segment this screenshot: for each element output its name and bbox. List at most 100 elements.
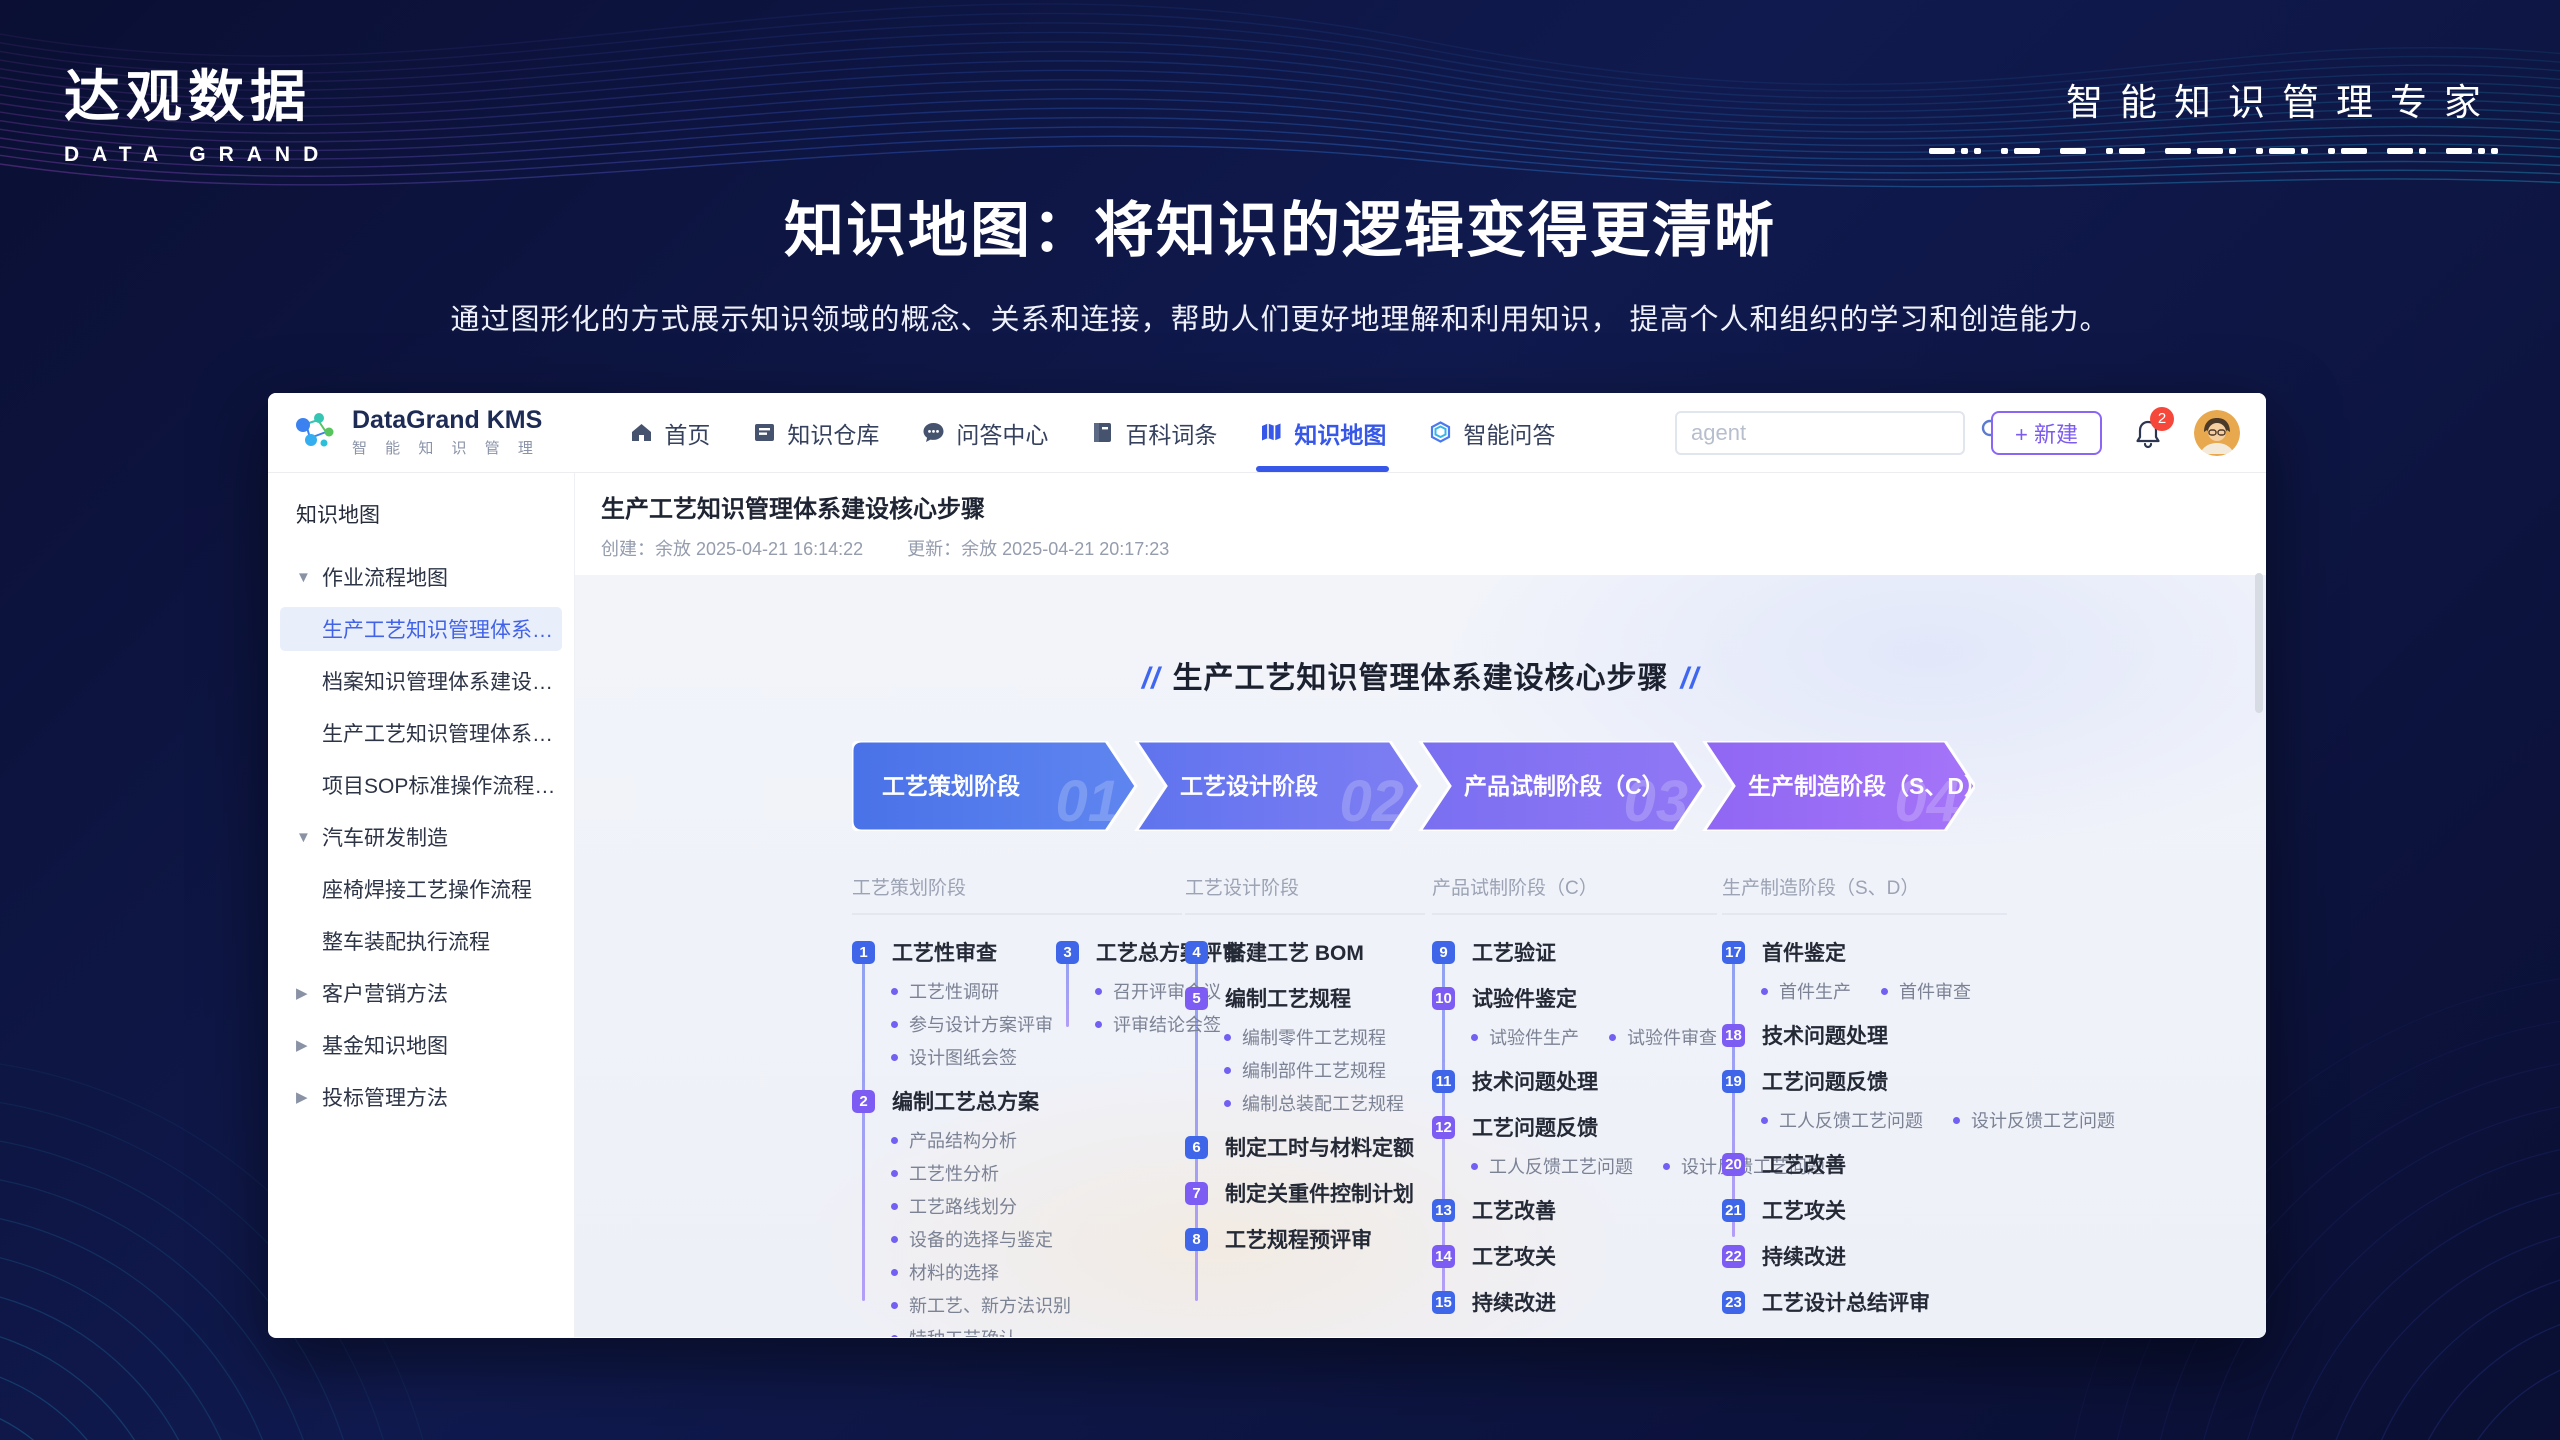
column-header: 工艺策划阶段 xyxy=(852,873,1182,915)
content-area: 生产工艺知识管理体系建设核心步骤 创建：余放 2025-04-21 16:14:… xyxy=(575,473,2266,1337)
step-item-4: 4搭建工艺 BOM xyxy=(1185,937,1425,967)
step-title: 工艺性审查 xyxy=(892,937,997,967)
step-lane: 17首件鉴定首件生产首件审查18技术问题处理19工艺问题反馈工人反馈工艺问题设计… xyxy=(1722,937,2007,1333)
step-title: 持续改进 xyxy=(1472,1287,1556,1317)
tree-item-2[interactable]: 生产工艺知识管理体系建设核心... xyxy=(280,607,562,651)
repository-icon xyxy=(752,420,777,445)
nav-item-6[interactable]: 智能问答 xyxy=(1407,393,1576,472)
step-subitem: 产品结构分析 xyxy=(891,1127,1030,1153)
stage-label: 产品试制阶段（C） xyxy=(1464,773,1665,799)
bullet-icon xyxy=(891,1054,898,1061)
app-name-sub: 智 能 知 识 管 理 xyxy=(352,437,542,458)
tree-item-8[interactable]: 整车装配执行流程 xyxy=(268,919,562,963)
bullet-icon xyxy=(1761,988,1768,995)
step-subitem: 编制零件工艺规程 xyxy=(1224,1024,1425,1050)
knowledge-map-tree: ▼作业流程地图生产工艺知识管理体系建设核心...档案知识管理体系建设核心步骤生产… xyxy=(268,555,562,1119)
step-sublist: 工艺性调研参与设计方案评审设计图纸会签 xyxy=(891,978,1030,1070)
main-nav: 首页知识仓库问答中心百科词条知识地图智能问答 xyxy=(608,393,1576,472)
caret-down-icon[interactable]: ▼ xyxy=(296,569,322,586)
caret-right-icon[interactable]: ▶ xyxy=(296,1088,322,1106)
sidebar: 知识地图 ▼作业流程地图生产工艺知识管理体系建设核心...档案知识管理体系建设核… xyxy=(268,473,575,1337)
step-item-23: 23工艺设计总结评审 xyxy=(1722,1287,2007,1317)
step-subitem: 新工艺、新方法识别 xyxy=(891,1292,1030,1318)
step-item-5: 5编制工艺规程编制零件工艺规程编制部件工艺规程编制总装配工艺规程 xyxy=(1185,983,1425,1116)
step-subitem: 首件生产 xyxy=(1761,978,1851,1004)
step-number-badge: 17 xyxy=(1722,941,1745,964)
app-logo-icon xyxy=(294,408,338,457)
step-number-badge: 20 xyxy=(1722,1153,1745,1176)
stage-column-1: 工艺策划阶段 1 工艺性审查工艺性调研参与设计方案评审设计图纸会签 2编制工艺总方案产… xyxy=(852,873,1182,1337)
column-header: 工艺设计阶段 xyxy=(1185,873,1425,915)
tree-item-3[interactable]: 档案知识管理体系建设核心步骤 xyxy=(268,659,562,703)
stage-column-2: 工艺设计阶段4搭建工艺 BOM5编制工艺规程编制零件工艺规程编制部件工艺规程编制… xyxy=(1185,873,1425,1270)
nav-item-5[interactable]: 知识地图 xyxy=(1238,393,1407,472)
step-title: 技术问题处理 xyxy=(1762,1020,1888,1050)
morse-group xyxy=(2106,148,2145,154)
step-item-13: 13工艺改善 xyxy=(1432,1195,1717,1225)
brand-tagline: 智能知识管理专家 xyxy=(1929,72,2498,126)
morse-group xyxy=(2001,148,2040,154)
user-avatar[interactable] xyxy=(2194,410,2240,456)
caret-right-icon[interactable]: ▶ xyxy=(296,984,322,1002)
step-lane: 1 工艺性审查工艺性调研参与设计方案评审设计图纸会签 2编制工艺总方案产品结构分析工… xyxy=(852,937,1030,1337)
caret-right-icon[interactable]: ▶ xyxy=(296,1036,322,1054)
step-number-badge: 1 xyxy=(852,941,875,964)
new-button[interactable]: + 新建 xyxy=(1991,411,2102,455)
step-subitem: 设备的选择与鉴定 xyxy=(891,1226,1030,1252)
brand-tagline-block: 智能知识管理专家 xyxy=(1929,72,2498,154)
stage-column-3: 产品试制阶段（C）9工艺验证10试验件鉴定试验件生产试验件审查11技术问题处理1… xyxy=(1432,873,1717,1337)
stage-label: 工艺策划阶段 xyxy=(882,773,1020,799)
vertical-scrollbar[interactable] xyxy=(2255,573,2263,713)
step-title: 工艺问题反馈 xyxy=(1762,1066,1888,1096)
step-lane: 4搭建工艺 BOM5编制工艺规程编制零件工艺规程编制部件工艺规程编制总装配工艺规… xyxy=(1185,937,1425,1270)
step-subitem: 工人反馈工艺问题 xyxy=(1471,1153,1633,1179)
map-icon xyxy=(1259,420,1284,445)
step-item-2: 2编制工艺总方案产品结构分析工艺性分析工艺路线划分设备的选择与鉴定材料的选择新工… xyxy=(852,1086,1030,1337)
search-input[interactable] xyxy=(1691,420,1979,446)
step-item-22: 22持续改进 xyxy=(1722,1241,2007,1271)
tree-group-11[interactable]: ▶投标管理方法 xyxy=(268,1075,562,1119)
morse-group xyxy=(2328,148,2367,154)
step-item-1: 1 工艺性审查工艺性调研参与设计方案评审设计图纸会签 xyxy=(852,937,1030,1070)
brand-logo: 达观数据 DATA GRAND xyxy=(64,52,331,167)
step-sublist: 编制零件工艺规程编制部件工艺规程编制总装配工艺规程 xyxy=(1224,1024,1425,1116)
step-title: 编制工艺规程 xyxy=(1225,983,1351,1013)
knowledge-map-canvas: //生产工艺知识管理体系建设核心步骤// 01工艺策划阶段02工艺设计阶段03产… xyxy=(575,575,2266,1337)
tree-group-9[interactable]: ▶客户营销方法 xyxy=(268,971,562,1015)
step-title: 工艺攻关 xyxy=(1472,1241,1556,1271)
meta-updated: 更新：余放 2025-04-21 20:17:23 xyxy=(907,535,1169,561)
document-header: 生产工艺知识管理体系建设核心步骤 创建：余放 2025-04-21 16:14:… xyxy=(575,473,2266,575)
step-sublist: 工人反馈工艺问题设计反馈工艺问题 xyxy=(1471,1153,1717,1179)
bullet-icon xyxy=(1095,1021,1102,1028)
search-box[interactable] xyxy=(1675,411,1965,455)
step-item-17: 17首件鉴定首件生产首件审查 xyxy=(1722,937,2007,1004)
nav-item-4[interactable]: 百科词条 xyxy=(1069,393,1238,472)
stage-label: 工艺设计阶段 xyxy=(1180,773,1318,799)
nav-item-2[interactable]: 知识仓库 xyxy=(731,393,900,472)
step-title: 技术问题处理 xyxy=(1472,1066,1598,1096)
app-name: DataGrand KMS xyxy=(352,407,542,435)
step-number-badge: 2 xyxy=(852,1090,875,1113)
stage-number: 02 xyxy=(1339,769,1404,831)
bullet-icon xyxy=(891,1335,898,1338)
step-subitem: 编制总装配工艺规程 xyxy=(1224,1090,1425,1116)
tree-group-1[interactable]: ▼作业流程地图 xyxy=(268,555,562,599)
caret-down-icon[interactable]: ▼ xyxy=(296,829,322,846)
map-title-slashes-left: // xyxy=(1130,662,1173,695)
tree-item-5[interactable]: 项目SOP标准操作流程地图 xyxy=(268,763,562,807)
tree-item-7[interactable]: 座椅焊接工艺操作流程 xyxy=(268,867,562,911)
app-logo[interactable]: DataGrand KMS 智 能 知 识 管 理 xyxy=(294,407,542,459)
tree-group-6[interactable]: ▼汽车研发制造 xyxy=(268,815,562,859)
nav-item-3[interactable]: 问答中心 xyxy=(900,393,1069,472)
step-subitem: 特种工艺确认 xyxy=(891,1325,1030,1337)
notification-bell[interactable]: 2 xyxy=(2128,413,2168,453)
step-item-18: 18技术问题处理 xyxy=(1722,1020,2007,1050)
step-item-10: 10试验件鉴定试验件生产试验件审查 xyxy=(1432,983,1717,1050)
tree-group-10[interactable]: ▶基金知识地图 xyxy=(268,1023,562,1067)
step-subitem: 设计反馈工艺问题 xyxy=(1953,1107,2115,1133)
tree-item-4[interactable]: 生产工艺知识管理体系建设核心... xyxy=(268,711,562,755)
stage-banner: 01工艺策划阶段02工艺设计阶段03产品试制阶段（C）04生产制造阶段（S、D） xyxy=(852,741,1975,831)
nav-item-1[interactable]: 首页 xyxy=(608,393,731,472)
bullet-icon xyxy=(1953,1117,1960,1124)
ai-icon xyxy=(1428,420,1453,445)
